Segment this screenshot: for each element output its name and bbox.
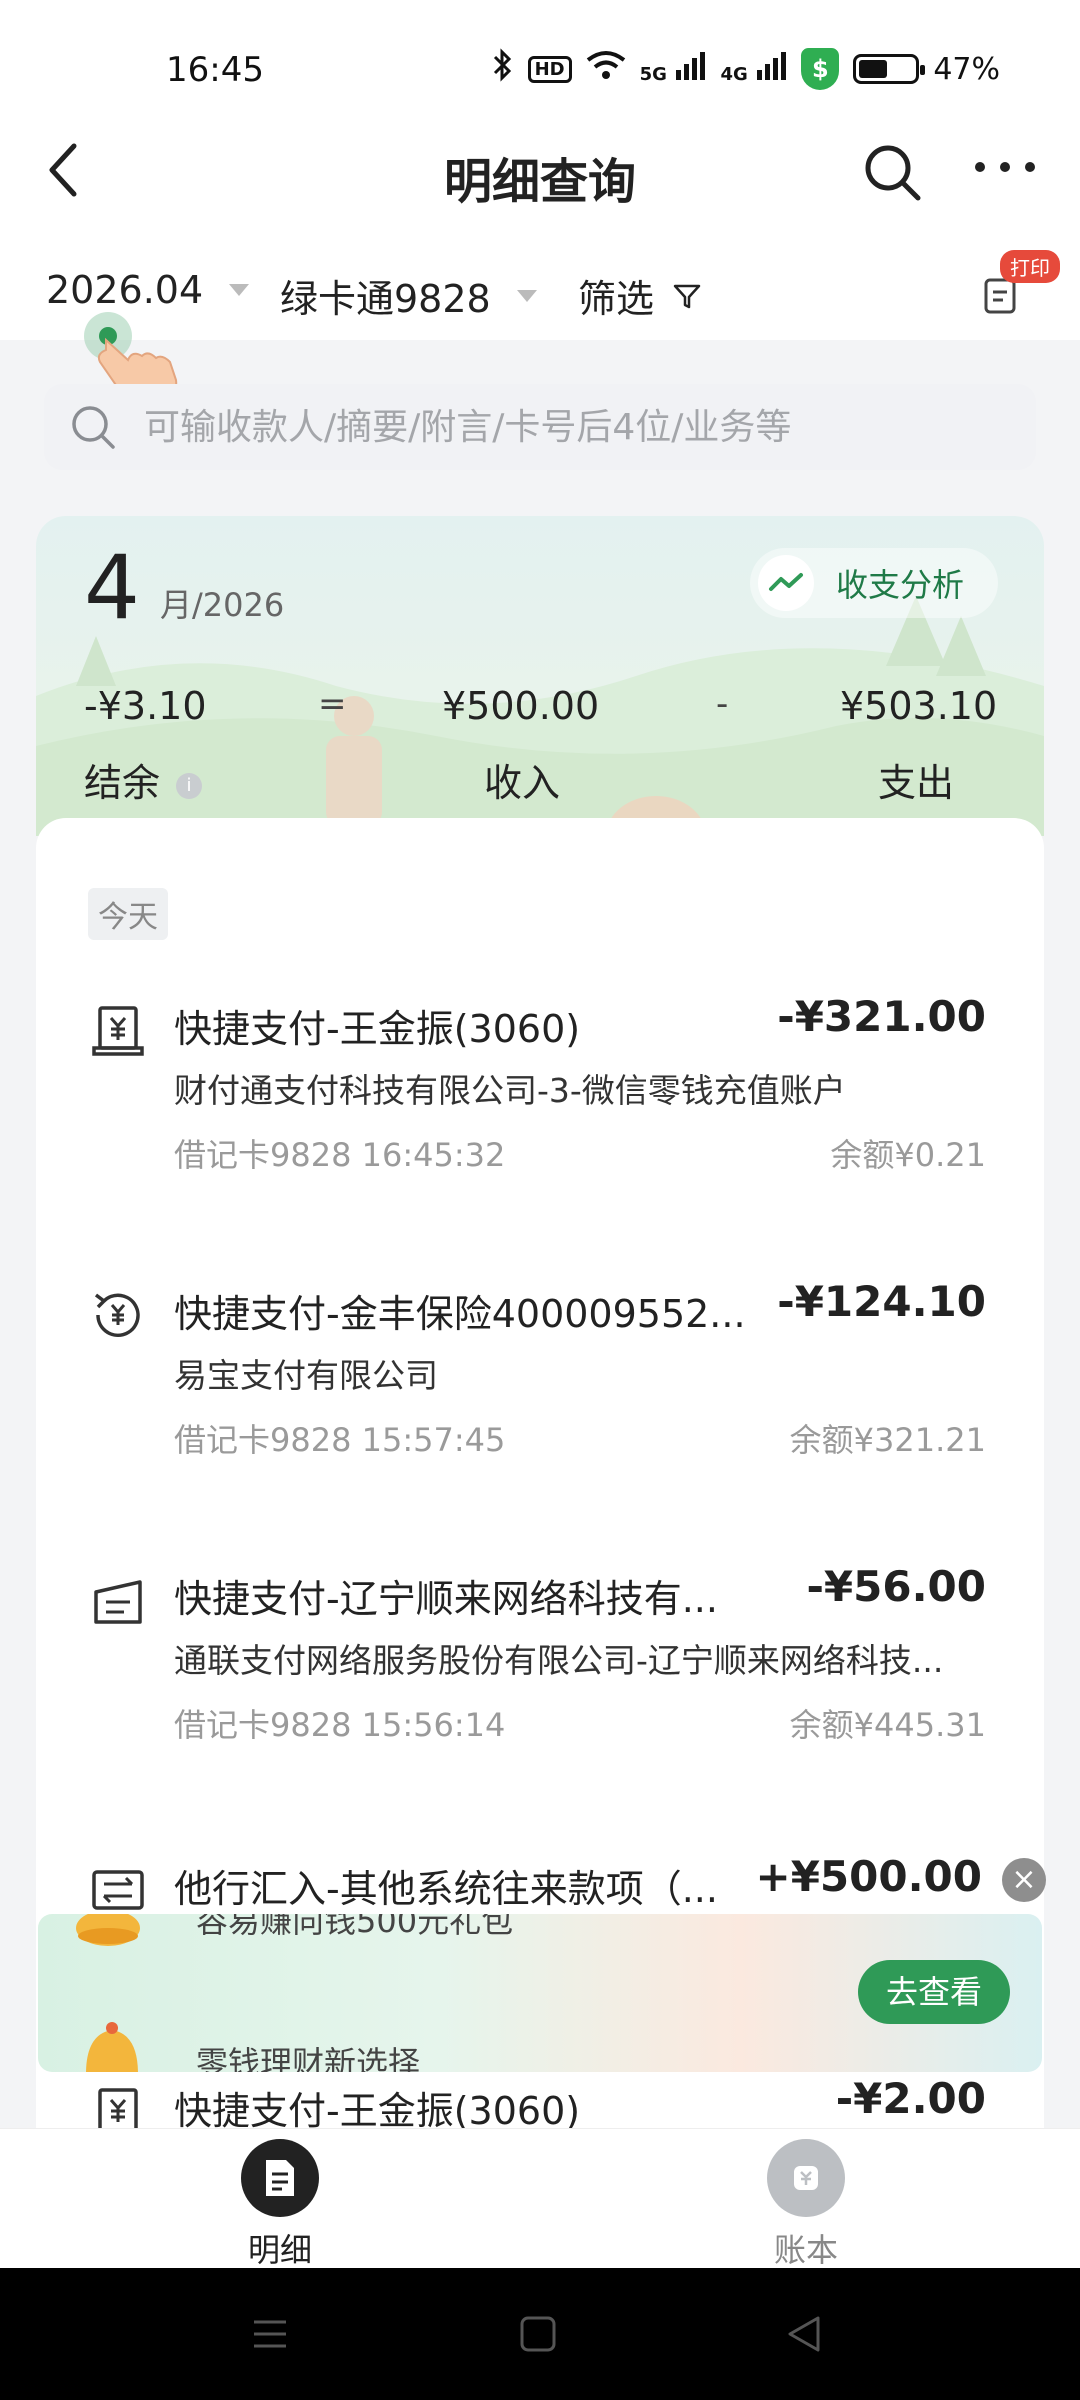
promo-text: 零钱理财新选择 [196,2044,421,2072]
tab-ledger[interactable]: 账本 [706,2129,906,2269]
day-chip: 今天 [88,888,168,940]
hd-icon: HD [527,55,572,83]
transaction-amount: -¥124.10 [777,1277,986,1326]
signal-5g-icon: 5G [640,50,707,88]
promo-view-button[interactable]: 去查看 [858,1960,1010,2024]
transaction-row[interactable]: 快捷支付-王金振(3060) -¥321.00 财付通支付科技有限公司-3-微信… [36,992,1044,1258]
month-number: 4 [84,536,140,639]
expense-amount: ¥503.10 [840,684,998,728]
transaction-row[interactable]: 快捷支付-辽宁顺来网络科技有... -¥56.00 通联支付网络服务股份有限公司… [36,1562,1044,1828]
transaction-balance: 余额¥0.21 [830,1136,986,1174]
transaction-row[interactable]: 快捷支付-金丰保险400009552... -¥124.10 易宝支付有限公司 … [36,1277,1044,1543]
search-icon [865,145,921,201]
transaction-merchant: 易宝支付有限公司 [174,1356,438,1395]
filter-button[interactable]: 筛选 [578,268,702,323]
promo-text-secondary: 容易赚向钱500元礼包 [196,1914,514,1940]
tab-ledger-label: 账本 [773,2231,838,2269]
bell-icon [76,1914,140,1946]
home-nav-icon[interactable] [516,2312,560,2356]
equals-sign: = [318,684,347,724]
promo-banner[interactable]: 容易赚向钱500元礼包 零钱理财新选择 去查看 [38,1914,1042,2072]
transfer-in-icon [92,1870,144,1910]
battery-icon [853,54,926,84]
chevron-down-icon [516,289,537,302]
card-selector-label: 绿卡通9828 [280,277,491,321]
status-time: 16:45 [166,50,264,90]
search-icon [72,406,115,449]
income-amount: ¥500.00 [442,684,600,728]
transaction-balance: 余额¥321.21 [789,1421,986,1459]
month-year: 月/2026 [160,586,285,624]
bill-tray-icon [94,1580,142,1624]
transaction-amount: -¥56.00 [806,1562,986,1611]
receipt-yuan-icon [98,2088,138,2128]
menu-nav-icon[interactable] [248,2312,292,2356]
search-input[interactable] [144,384,1024,470]
signal-4g-icon: 4G [720,50,787,88]
receipt-yuan-icon [92,1006,144,1056]
card-selector[interactable]: 绿卡通9828 [280,268,537,323]
transaction-amount: +¥500.00 [755,1852,983,1901]
transaction-card-time: 借记卡9828 15:57:45 [174,1421,506,1459]
transaction-row[interactable]: 快捷支付-王金振(3060) -¥2.00 [36,2074,1044,2128]
ledger-icon [767,2139,845,2217]
balance-label: 结余 [84,761,161,805]
trend-icon [758,555,814,611]
filter-label: 筛选 [578,277,655,321]
transaction-card-time: 借记卡9828 15:56:14 [174,1706,506,1744]
print-badge: 打印 [1000,250,1060,283]
info-icon[interactable]: i [176,772,203,799]
transaction-title: 快捷支付-王金振(3060) [174,1007,581,1051]
transaction-amount: -¥2.00 [835,2074,986,2123]
signal-5g-label: 5G [639,64,667,85]
summary-card: 4 月/2026 收支分析 -¥3.10 = ¥500.00 - ¥503.10… [36,516,1044,836]
transaction-merchant: 通联支付网络服务股份有限公司-辽宁顺来网络科技... [174,1641,944,1680]
tab-details-label: 明细 [247,2231,312,2269]
transaction-amount: -¥321.00 [777,992,986,1041]
month-selector[interactable]: 2026.04 [46,268,250,312]
more-button[interactable] [975,162,1035,182]
search-bar [44,384,1036,470]
analysis-label: 收支分析 [836,566,965,604]
transaction-title: 快捷支付-辽宁顺来网络科技有... [174,1577,718,1621]
transaction-balance: 余额¥445.31 [789,1706,986,1744]
document-icon [241,2139,319,2217]
bluetooth-icon [492,48,514,90]
transaction-title: 他行汇入-其他系统往来款项（... [174,1867,718,1911]
transaction-card-time: 借记卡9828 16:45:32 [174,1136,506,1174]
gift-bell-icon [86,2022,138,2072]
more-dot-icon [1025,162,1035,172]
chevron-down-icon [229,284,250,296]
refresh-yuan-icon [94,1293,140,1337]
transaction-title: 快捷支付-金丰保险400009552... [174,1292,746,1336]
tab-bar: 明细 账本 [0,2128,1080,2269]
search-button[interactable] [860,140,924,204]
minus-sign: - [716,684,729,724]
tab-details[interactable]: 明细 [180,2129,380,2269]
month-selector-label: 2026.04 [46,268,204,312]
close-icon[interactable]: × [1002,1858,1046,1902]
funnel-icon [673,284,701,308]
balance-amount: -¥3.10 [84,684,207,728]
security-shield-icon: $ [801,48,840,90]
income-label: 收入 [484,761,561,805]
transaction-merchant: 财付通支付科技有限公司-3-微信零钱充值账户 [174,1071,846,1110]
status-bar: 16:45 HD 5G 4G $ 47% [0,0,1080,130]
signal-4g-label: 4G [720,64,748,85]
income-expense-analysis-button[interactable]: 收支分析 [750,548,998,618]
status-icons: HD 5G 4G $ 47% [492,48,1000,90]
expense-label: 支出 [878,761,955,805]
balance-label-row: 结余 i [84,752,203,807]
battery-percent: 47% [933,51,1000,87]
more-dot-icon [975,162,985,172]
transaction-title: 快捷支付-王金振(3060) [174,2089,581,2128]
back-nav-icon[interactable] [782,2312,826,2356]
system-navigation-bar [0,2268,1080,2400]
wifi-icon [586,50,626,88]
more-dot-icon [1000,162,1010,172]
